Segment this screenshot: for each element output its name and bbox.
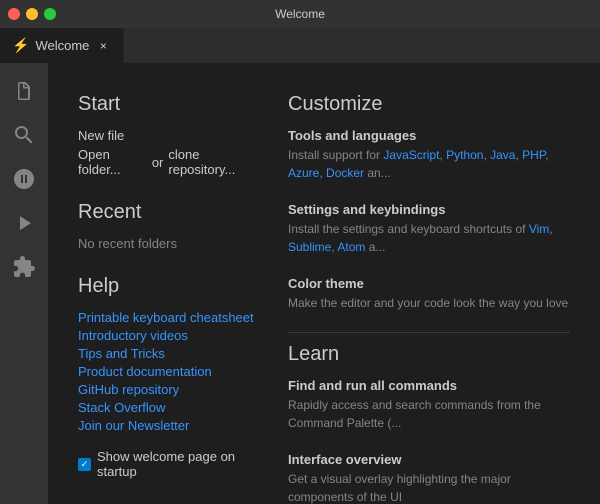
learn-section: Learn Find and run all commands Rapidly … [288,343,570,504]
customize-title: Customize [288,93,570,116]
help-link-4[interactable]: GitHub repository [78,382,258,397]
customize-item-title-2: Color theme [288,276,570,291]
activity-item-extensions[interactable] [4,247,44,287]
vim-link[interactable]: Vim [529,222,549,236]
start-section: Start New file Open folder... or clone r… [78,93,258,177]
or-text: or [152,155,164,170]
section-divider [288,332,570,333]
tab-bar: ⚡ Welcome × [0,28,600,63]
sublime-link[interactable]: Sublime [288,240,331,254]
docker-link[interactable]: Docker [326,166,364,180]
help-link-6[interactable]: Join our Newsletter [78,418,258,433]
close-button[interactable] [8,8,20,20]
help-title: Help [78,275,258,298]
title-bar: Welcome [0,0,600,28]
startup-checkbox[interactable] [78,458,91,471]
right-panel: Customize Tools and languages Install su… [288,93,570,484]
customize-item-desc-1: Install the settings and keyboard shortc… [288,220,570,256]
startup-checkbox-row[interactable]: Show welcome page on startup [78,449,258,479]
help-link-0[interactable]: Printable keyboard cheatsheet [78,310,258,325]
customize-item-1: Settings and keybindings Install the set… [288,202,570,256]
maximize-button[interactable] [44,8,56,20]
clone-repo-link[interactable]: clone repository... [168,147,258,177]
customize-item-desc-2: Make the editor and your code look the w… [288,294,570,312]
customize-section: Customize Tools and languages Install su… [288,93,570,312]
startup-checkbox-label: Show welcome page on startup [97,449,258,479]
java-link[interactable]: Java [490,148,515,162]
open-folder-row: Open folder... or clone repository... [78,147,258,177]
learn-item-desc-1: Get a visual overlay highlighting the ma… [288,470,570,504]
new-file-link[interactable]: New file [78,128,124,143]
activity-item-git[interactable] [4,159,44,199]
recent-section: Recent No recent folders [78,201,258,251]
window-title: Welcome [275,7,325,21]
main-layout: Start New file Open folder... or clone r… [0,63,600,504]
learn-item-title-0: Find and run all commands [288,378,570,393]
atom-link[interactable]: Atom [337,240,365,254]
minimize-button[interactable] [26,8,38,20]
vscode-icon: ⚡ [12,37,29,54]
recent-title: Recent [78,201,258,224]
js-link[interactable]: JavaScript [383,148,439,162]
no-recent: No recent folders [78,236,258,251]
learn-item-title-1: Interface overview [288,452,570,467]
activity-item-debug[interactable] [4,203,44,243]
help-link-5[interactable]: Stack Overflow [78,400,258,415]
left-panel: Start New file Open folder... or clone r… [78,93,258,484]
php-link[interactable]: PHP [522,148,545,162]
azure-link[interactable]: Azure [288,166,319,180]
help-link-3[interactable]: Product documentation [78,364,258,379]
python-link[interactable]: Python [446,148,483,162]
tab-label: Welcome [35,38,89,53]
customize-item-0: Tools and languages Install support for … [288,128,570,182]
traffic-lights [8,8,56,20]
welcome-tab[interactable]: ⚡ Welcome × [0,28,124,63]
customize-item-desc-0: Install support for JavaScript, Python, … [288,146,570,182]
activity-item-explorer[interactable] [4,71,44,111]
activity-item-search[interactable] [4,115,44,155]
learn-item-desc-0: Rapidly access and search commands from … [288,396,570,432]
activity-bar [0,63,48,504]
learn-item-1: Interface overview Get a visual overlay … [288,452,570,504]
help-link-2[interactable]: Tips and Tricks [78,346,258,361]
help-section: Help Printable keyboard cheatsheet Intro… [78,275,258,433]
new-file-row: New file [78,128,258,143]
customize-item-title-1: Settings and keybindings [288,202,570,217]
customize-item-2: Color theme Make the editor and your cod… [288,276,570,312]
open-folder-link[interactable]: Open folder... [78,147,147,177]
content-area: Start New file Open folder... or clone r… [48,63,600,504]
start-title: Start [78,93,258,116]
learn-title: Learn [288,343,570,366]
customize-item-title-0: Tools and languages [288,128,570,143]
help-link-1[interactable]: Introductory videos [78,328,258,343]
tab-close-button[interactable]: × [95,38,111,54]
learn-item-0: Find and run all commands Rapidly access… [288,378,570,432]
